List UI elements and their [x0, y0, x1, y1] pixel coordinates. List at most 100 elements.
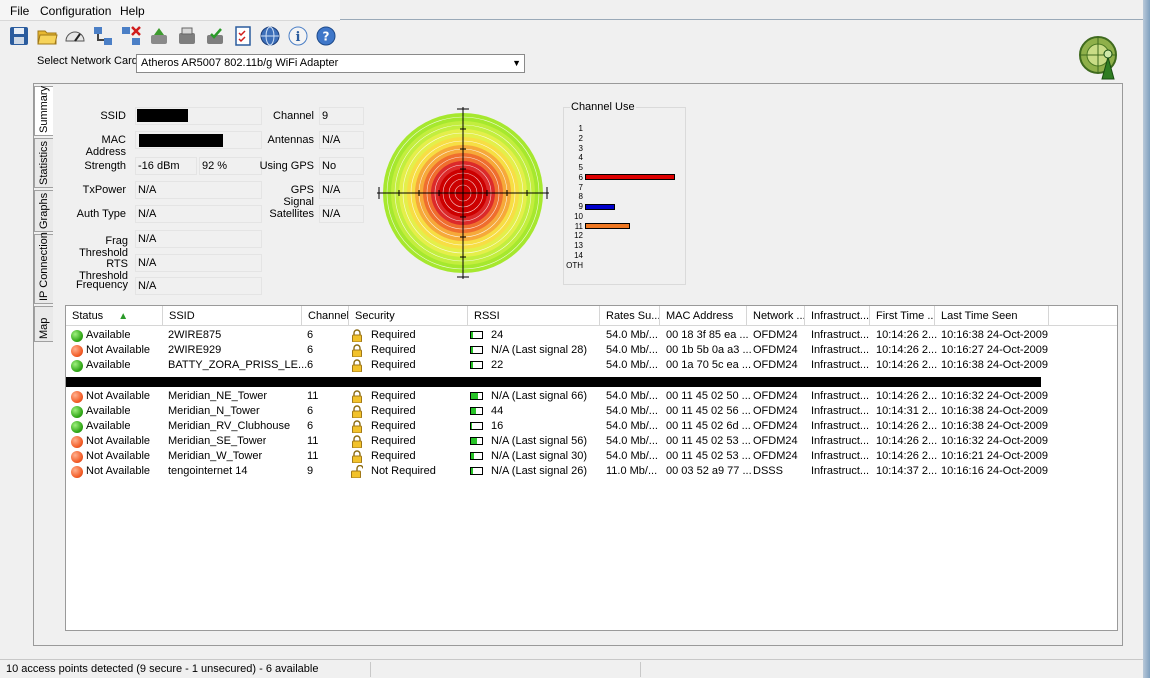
cell-ssid: tengointernet 14	[168, 465, 248, 477]
tab-graphs[interactable]: Graphs	[34, 190, 53, 232]
status-available-icon	[71, 421, 83, 433]
status-separator	[640, 662, 641, 677]
channel-tick-label: 3	[578, 143, 583, 153]
cell-network: OFDM24	[753, 344, 798, 356]
ssid-redaction	[137, 109, 188, 122]
rssi-bar	[470, 331, 483, 339]
cell-channel: 6	[307, 405, 314, 417]
cell-ssid: 2WIRE875	[168, 329, 222, 341]
gps-icon[interactable]	[204, 25, 226, 47]
strength-label: Strength	[84, 160, 126, 172]
disconnect-network-icon[interactable]	[120, 25, 142, 47]
table-header: Status ▲ SSID Channel Security RSSI Rate…	[66, 306, 1117, 326]
column-header-last-time-seen[interactable]: Last Time Seen	[935, 306, 1049, 326]
cell-rssi: 22	[491, 359, 504, 371]
frag-threshold-label: Frag Threshold	[79, 235, 128, 259]
table-row[interactable]: Not Available 2WIRE929 6 Required N/A (Last …	[66, 343, 1117, 358]
checklist-icon[interactable]	[232, 25, 254, 47]
cell-status: Available	[86, 359, 131, 371]
lock-icon	[351, 420, 363, 434]
table-row[interactable]: Available Meridian_RV_Clubhouse 6 Required 1…	[66, 419, 1117, 434]
save-icon[interactable]	[8, 25, 30, 47]
globe-icon[interactable]	[259, 25, 281, 47]
svg-text:?: ?	[323, 30, 330, 44]
cell-security: Required	[371, 405, 416, 417]
info-icon[interactable]: i	[287, 25, 309, 47]
table-row[interactable]: Not Available tengointernet 14 9 Not Requir…	[66, 464, 1117, 479]
mac-address-label: MAC Address	[85, 134, 126, 158]
channel-tick-label: 2	[578, 133, 583, 143]
table-row[interactable]: Available BATTY_ZORA_PRISS_LE... 6 Required…	[66, 358, 1117, 373]
using-gps-label: Using GPS	[259, 160, 314, 172]
menu-bar: File Configuration Help	[0, 0, 340, 21]
satellites-label: Satellites	[269, 208, 314, 220]
rssi-bar	[470, 361, 483, 369]
cell-status: Not Available	[86, 435, 151, 447]
lock-icon	[351, 405, 363, 419]
column-header-mac-address[interactable]: MAC Address	[660, 306, 747, 326]
network-card-select[interactable]: Atheros AR5007 802.11b/g WiFi Adapter ▼	[136, 54, 525, 73]
cell-rssi: N/A (Last signal 28)	[491, 344, 587, 356]
cell-network: OFDM24	[753, 359, 798, 371]
using-gps-field: No	[319, 157, 364, 175]
column-header-status[interactable]: Status ▲	[66, 306, 163, 326]
cell-channel: 6	[307, 344, 314, 356]
column-header-first-time[interactable]: First Time ...	[870, 306, 935, 326]
table-row[interactable]: Not Available Meridian_NE_Tower 11 Required…	[66, 389, 1117, 404]
antennas-label: Antennas	[267, 134, 314, 146]
gps-signal-label: GPS Signal	[283, 184, 314, 208]
rssi-bar	[470, 437, 483, 445]
column-header-network[interactable]: Network ...	[747, 306, 805, 326]
gauge-icon[interactable]	[64, 25, 86, 47]
menu-help[interactable]: Help	[120, 4, 145, 18]
column-header-ssid[interactable]: SSID	[163, 306, 302, 326]
column-header-rates[interactable]: Rates Su...	[600, 306, 660, 326]
cell-mac: 00 1a 70 5c ea ...	[666, 359, 752, 371]
txpower-field: N/A	[135, 181, 262, 199]
tab-statistics[interactable]: Statistics	[34, 138, 53, 188]
network-card-value: Atheros AR5007 802.11b/g WiFi Adapter	[141, 57, 339, 69]
column-header-infrastructure[interactable]: Infrastruct...	[805, 306, 870, 326]
tab-map[interactable]: Map	[34, 306, 53, 342]
cell-rates: 54.0 Mb/...	[606, 405, 658, 417]
table-row[interactable]: Not Available Meridian_W_Tower 11 Required N…	[66, 449, 1117, 464]
cell-rssi: 44	[491, 405, 504, 417]
column-header-security[interactable]: Security	[349, 306, 468, 326]
refresh-icon[interactable]	[176, 25, 198, 47]
cell-last: 10:16:38 24-Oct-2009	[941, 359, 1049, 371]
strength-dbm-field: -16 dBm	[135, 157, 197, 175]
cell-rates: 54.0 Mb/...	[606, 359, 658, 371]
cell-infra: Infrastruct...	[811, 359, 870, 371]
cell-ssid: BATTY_ZORA_PRISS_LE...	[168, 359, 308, 371]
cell-first: 10:14:26 2...	[876, 435, 938, 447]
channel-bar-9	[585, 203, 615, 210]
cell-infra: Infrastruct...	[811, 390, 870, 402]
cell-channel: 6	[307, 359, 314, 371]
cell-rates: 54.0 Mb/...	[606, 435, 658, 447]
connect-network-icon[interactable]	[92, 25, 114, 47]
column-header-channel[interactable]: Channel	[302, 306, 349, 326]
cell-mac: 00 18 3f 85 ea ...	[666, 329, 749, 341]
menu-configuration[interactable]: Configuration	[40, 4, 111, 18]
auth-type-field: N/A	[135, 205, 262, 223]
cell-channel: 11	[307, 450, 319, 462]
table-row[interactable]: Available 2WIRE875 6 Required 24 54.0 Mb/... 0…	[66, 328, 1117, 343]
channel-field: 9	[319, 107, 364, 125]
rssi-bar	[470, 452, 483, 460]
chevron-down-icon[interactable]: ▼	[512, 58, 521, 68]
cell-infra: Infrastruct...	[811, 405, 870, 417]
scan-icon[interactable]	[148, 25, 170, 47]
tab-ip-connection[interactable]: IP Connection	[34, 232, 53, 304]
table-row[interactable]: Not Available Meridian_SE_Tower 11 Required…	[66, 434, 1117, 449]
open-folder-icon[interactable]	[36, 25, 58, 47]
help-icon[interactable]: ?	[315, 25, 337, 47]
cell-security: Required	[371, 359, 416, 371]
tab-summary[interactable]: Summary	[34, 86, 53, 136]
column-header-rssi[interactable]: RSSI	[468, 306, 600, 326]
cell-rssi: 16	[491, 420, 504, 432]
cell-network: OFDM24	[753, 329, 798, 341]
table-row[interactable]: Available Meridian_N_Tower 6 Required 44 54.0…	[66, 404, 1117, 419]
menu-file[interactable]: File	[10, 4, 29, 18]
status-unavailable-icon	[71, 466, 83, 478]
cell-first: 10:14:31 2...	[876, 405, 938, 417]
